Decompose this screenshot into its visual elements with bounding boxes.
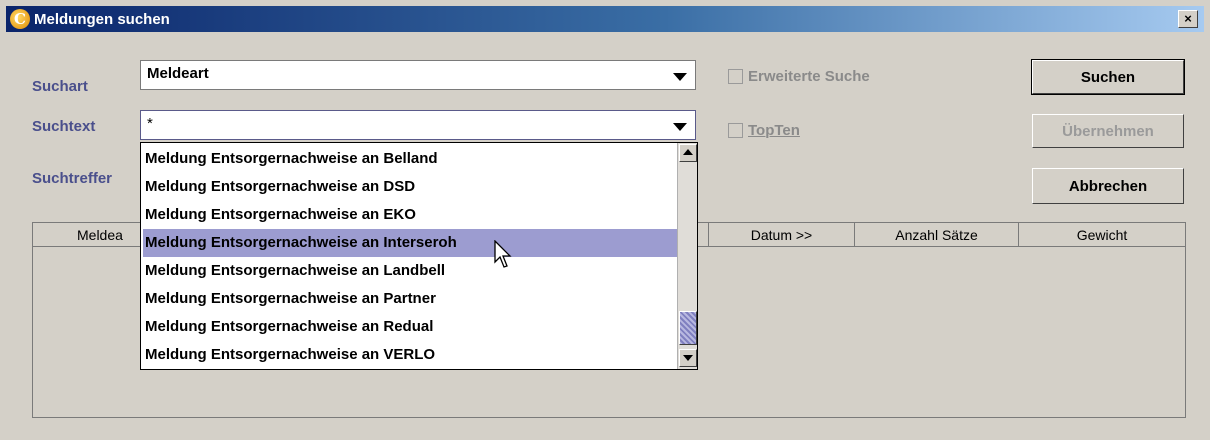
suchen-button[interactable]: Suchen — [1031, 59, 1185, 95]
column-header-datum[interactable]: Datum >> — [709, 223, 855, 247]
suchtext-value: * — [147, 115, 153, 132]
list-item[interactable]: Meldung Entsorgernachweise an Redual — [143, 313, 677, 341]
suchart-label: Suchart — [32, 78, 88, 95]
chevron-down-icon[interactable] — [673, 73, 687, 81]
app-logo-icon: C — [10, 9, 30, 29]
window-title: Meldungen suchen — [34, 10, 170, 28]
list-item[interactable]: Meldung Entsorgernachweise an VERLO — [143, 341, 677, 369]
topten-label: TopTen — [748, 122, 800, 139]
mouse-pointer-icon — [494, 240, 512, 268]
suchtreffer-label: Suchtreffer — [32, 170, 113, 187]
column-header-anzahl-saetze[interactable]: Anzahl Sätze — [855, 223, 1019, 247]
title-bar: C Meldungen suchen × — [6, 6, 1204, 32]
suchtext-select[interactable]: * — [140, 110, 696, 140]
scroll-down-icon — [683, 355, 693, 361]
suchart-select[interactable]: Meldeart — [140, 60, 696, 90]
scroll-down-button[interactable] — [679, 349, 697, 367]
list-item[interactable]: Meldung Entsorgernachweise an EKO — [143, 201, 677, 229]
scroll-up-button[interactable] — [679, 144, 697, 162]
topten-checkbox[interactable]: TopTen — [728, 122, 800, 139]
erweiterte-suche-checkbox[interactable]: Erweiterte Suche — [728, 68, 870, 85]
list-item[interactable]: Meldung Entsorgernachweise an Belland — [143, 145, 677, 173]
erweiterte-suche-label: Erweiterte Suche — [748, 68, 870, 85]
suchtext-label: Suchtext — [32, 118, 96, 135]
abbrechen-button[interactable]: Abbrechen — [1032, 168, 1184, 204]
list-item[interactable]: Meldung Entsorgernachweise an Partner — [143, 285, 677, 313]
close-button[interactable]: × — [1178, 10, 1198, 28]
scroll-up-icon — [683, 149, 693, 155]
uebernehmen-button[interactable]: Übernehmen — [1032, 114, 1184, 148]
suchtext-dropdown-list[interactable]: Meldung Entsorgernachweise an Belland Me… — [140, 142, 698, 370]
chevron-down-icon[interactable] — [673, 123, 687, 131]
dropdown-scrollbar[interactable] — [677, 143, 697, 369]
checkbox-box[interactable] — [728, 123, 743, 138]
checkbox-box[interactable] — [728, 69, 743, 84]
list-item-selected[interactable]: Meldung Entsorgernachweise an Interseroh — [143, 229, 677, 257]
list-item[interactable]: Meldung Entsorgernachweise an DSD — [143, 173, 677, 201]
scrollbar-thumb[interactable] — [679, 311, 697, 345]
list-item[interactable]: Meldung Entsorgernachweise an Landbell — [143, 257, 677, 285]
column-header-gewicht[interactable]: Gewicht — [1019, 223, 1185, 247]
suchart-value: Meldeart — [147, 65, 209, 82]
